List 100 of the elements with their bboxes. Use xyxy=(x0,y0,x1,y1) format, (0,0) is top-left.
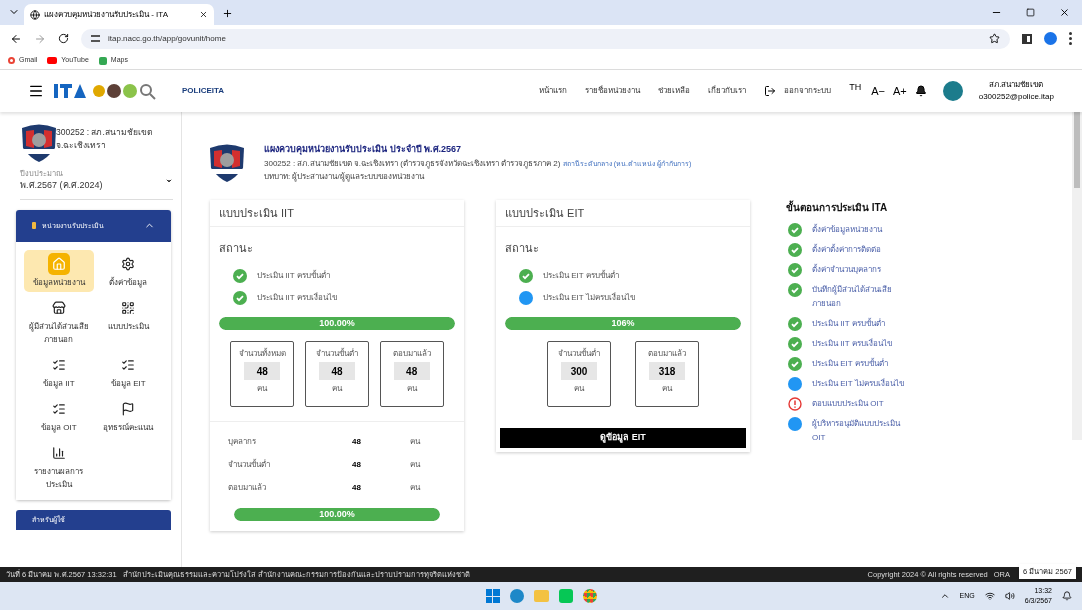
sidebar-item[interactable]: รายงานผลการประเมิน xyxy=(24,438,94,494)
tray-expand-icon[interactable] xyxy=(939,591,950,601)
scrollbar[interactable] xyxy=(1072,112,1082,440)
language-toggle[interactable]: TH xyxy=(849,81,862,95)
unit-name: 300252 : สภ.สนามชัยเขต จ.ฉะเชิงเทรา xyxy=(56,126,154,152)
detail-value: 48 xyxy=(352,436,362,448)
step-text: ตั้งค่าข้อมูลหน่วยงาน xyxy=(812,223,884,237)
sidebar-item[interactable]: ข้อมูล OIT xyxy=(24,394,94,437)
maximize-icon[interactable] xyxy=(1026,8,1035,17)
detail-label: จำนวนขั้นต่ำ xyxy=(228,459,271,471)
tab-title: แผงควบคุมหน่วยงานรับประเมิน - ITA xyxy=(44,8,169,21)
card-title: แบบประเมิน EIT xyxy=(505,205,585,221)
reload-icon[interactable] xyxy=(58,33,69,44)
sidebar-item[interactable]: ข้อมูล IIT xyxy=(24,350,94,393)
status-text: ประเมิน IIT ครบเงื่อนไข xyxy=(257,292,337,304)
stat-label: จำนวนขั้นต่ำ xyxy=(558,348,600,360)
role-text: บทบาท: ผู้ประสานงาน/ผู้ดูแลระบบของหน่วยงาน xyxy=(264,170,426,183)
menu-icon[interactable] xyxy=(28,83,44,99)
checklist-icon xyxy=(51,357,66,372)
progress-label: 100.00% xyxy=(318,317,356,330)
stat-unit: คน xyxy=(662,383,672,395)
store-icon xyxy=(51,300,66,315)
new-tab-icon[interactable] xyxy=(222,8,233,19)
status-text: ประเมิน EIT ครบขั้นต่ำ xyxy=(543,270,619,282)
flag-icon xyxy=(121,401,136,416)
status-heading: สถานะ xyxy=(219,242,253,254)
detail-unit: คน xyxy=(410,436,420,448)
step-text: ผู้บริหารอนุมัติแบบประเมิน OIT xyxy=(812,418,902,444)
step-text: ตอบแบบประเมิน OIT xyxy=(812,398,885,410)
step-text: ประเมิน EIT ครบขั้นต่ำ xyxy=(812,357,889,370)
stat-value: 300 xyxy=(561,362,597,380)
progress-label: 106% xyxy=(610,317,636,330)
bookmark-star-icon[interactable] xyxy=(989,33,1000,44)
stat-label: จำนวนทั้งหมด xyxy=(238,348,286,360)
step-text: ประเมิน IIT ครบเงื่อนไข xyxy=(812,337,893,350)
nav-link[interactable]: เกี่ยวกับเรา xyxy=(708,85,747,97)
side-panel-icon[interactable] xyxy=(1022,33,1032,44)
checklist-icon xyxy=(121,357,136,372)
wifi-icon[interactable] xyxy=(984,591,995,601)
stat-unit: คน xyxy=(406,383,417,395)
nav-link[interactable]: หน้าแรก xyxy=(539,85,568,97)
detail-value: 48 xyxy=(352,459,362,471)
nav-link[interactable]: ช่วยเหลือ xyxy=(658,85,691,97)
bell-icon[interactable] xyxy=(914,85,927,97)
card-title: แบบประเมิน IIT xyxy=(219,205,294,221)
logout-link[interactable]: ออกจากระบบ xyxy=(784,85,832,97)
notification-icon[interactable] xyxy=(1062,591,1072,601)
sidebar-item[interactable]: ข้อมูล EIT xyxy=(93,350,163,393)
sidebar-item[interactable]: อุทธรณ์คะแนน xyxy=(93,394,163,437)
step-text: ประเมิน EIT ไม่ครบเงื่อนไข xyxy=(812,377,905,390)
logout-icon[interactable] xyxy=(764,85,777,97)
detail-value: 48 xyxy=(352,482,362,494)
checklist-icon xyxy=(51,401,66,416)
font-increase-button[interactable]: A+ xyxy=(892,82,907,100)
user-email: o300252@police.itap xyxy=(978,91,1054,103)
url-text: itap.nacc.go.th/app/govunit/home xyxy=(108,32,227,45)
browser-tab[interactable]: แผงควบคุมหน่วยงานรับประเมิน - ITA xyxy=(24,4,214,25)
stat-value: 48 xyxy=(244,362,281,380)
nav-link[interactable]: รายชื่อหน่วยงาน xyxy=(585,85,641,97)
page-title: แผงควบคุมหน่วยงานรับประเมิน ประจำปี พ.ศ.2567 xyxy=(264,143,463,157)
step-text: ตั้งค่าตั้งค่าการติดต่อ xyxy=(812,243,882,256)
site-info-icon xyxy=(91,35,100,42)
windows-start-icon[interactable] xyxy=(485,589,500,603)
status-text: ประเมิน IIT ครบขั้นต่ำ xyxy=(257,270,330,282)
stat-value: 48 xyxy=(319,362,355,380)
close-window-icon[interactable] xyxy=(1059,7,1070,18)
detail-label: ตอบมาแล้ว xyxy=(228,482,267,494)
bar-chart-icon xyxy=(51,445,66,460)
close-icon[interactable] xyxy=(199,10,208,19)
user-name: สภ.สนามชัยเขต xyxy=(989,79,1044,91)
back-icon[interactable] xyxy=(10,32,22,45)
view-eit-button[interactable]: ดูข้อมูล EIT xyxy=(500,427,746,448)
stat-label: จำนวนขั้นต่ำ xyxy=(316,348,358,360)
stat-unit: คน xyxy=(257,383,268,395)
sidebar-item[interactable]: ผู้มีส่วนได้ส่วนเสียภายนอก xyxy=(24,293,94,349)
globe-icon xyxy=(30,9,40,20)
stat-value: 48 xyxy=(393,362,430,380)
more-menu-icon[interactable] xyxy=(1069,32,1072,45)
home-icon xyxy=(47,252,70,275)
year-value: พ.ศ.2567 (ค.ศ.2024) xyxy=(20,179,103,193)
font-decrease-button[interactable]: A− xyxy=(871,82,885,100)
address-bar[interactable]: itap.nacc.go.th/app/govunit/home xyxy=(81,28,1010,49)
user-avatar[interactable] xyxy=(942,81,963,101)
qr-code-icon xyxy=(121,300,136,315)
sidebar-item[interactable]: แบบประเมิน xyxy=(93,293,163,349)
detail-unit: คน xyxy=(410,482,420,494)
steps-title: ขั้นตอนการประเมิน ITA xyxy=(786,200,889,215)
profile-icon[interactable] xyxy=(1044,32,1057,45)
brand-name: POLICEITA xyxy=(182,85,225,97)
detail-label: บุคลากร xyxy=(228,436,257,448)
stat-unit: คน xyxy=(574,383,584,395)
step-text: ประเมิน IIT ครบขั้นต่ำ xyxy=(812,317,886,330)
volume-icon[interactable] xyxy=(1004,591,1015,601)
detail-unit: คน xyxy=(410,459,420,471)
sidebar-item[interactable]: ข้อมูลหน่วยงาน xyxy=(24,249,94,292)
stat-label: ตอบมาแล้ว xyxy=(648,348,686,360)
stat-label: ตอบมาแล้ว xyxy=(392,348,431,360)
sidebar-item[interactable]: ตั้งค่าข้อมูล xyxy=(93,249,163,292)
gear-icon xyxy=(121,256,136,271)
step-text: ตั้งค่าจำนวนบุคลากร xyxy=(812,263,882,276)
